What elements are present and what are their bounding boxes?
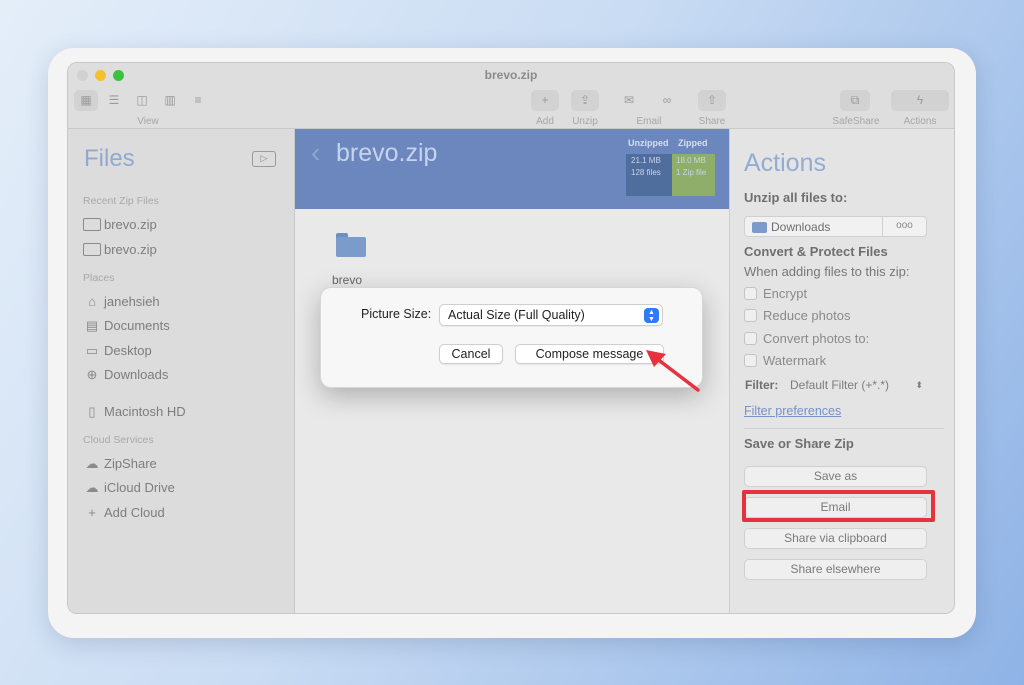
picture-size-label: Picture Size: (361, 307, 432, 321)
picture-size-value: Actual Size (Full Quality) (448, 308, 585, 322)
annotation-arrow (646, 350, 700, 392)
chevron-updown-icon: ▲ ▼ (644, 308, 659, 323)
picture-size-select[interactable]: Actual Size (Full Quality) ▲ ▼ (439, 304, 663, 326)
cancel-button[interactable]: Cancel (439, 344, 503, 364)
